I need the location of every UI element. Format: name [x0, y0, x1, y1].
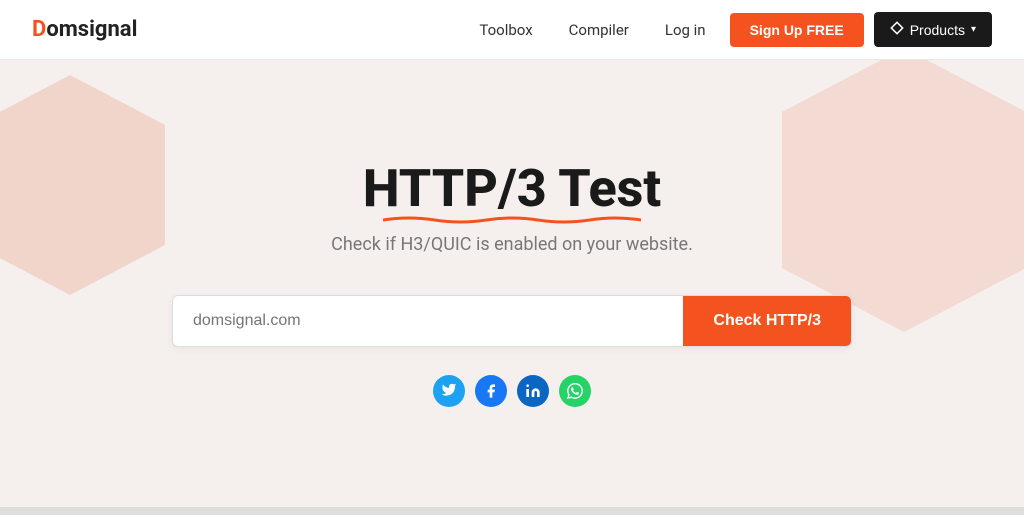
nav-link-toolbox[interactable]: Toolbox	[479, 21, 532, 39]
url-input[interactable]	[173, 296, 683, 346]
chevron-down-icon: ▾	[971, 24, 976, 35]
logo-d: D	[32, 17, 46, 42]
page-title: HTTP/3 Test	[363, 160, 661, 217]
whatsapp-icon[interactable]	[559, 375, 591, 407]
hero-content: HTTP/3 Test Check if H3/QUIC is enabled …	[331, 160, 693, 254]
facebook-icon[interactable]	[475, 375, 507, 407]
hero-subtitle: Check if H3/QUIC is enabled on your webs…	[331, 234, 693, 255]
navbar: Domsignal Toolbox Compiler Log in Sign U…	[0, 0, 1024, 60]
logo[interactable]: Domsignal	[32, 17, 137, 42]
social-icons	[433, 375, 591, 407]
hero-section: HTTP/3 Test Check if H3/QUIC is enabled …	[0, 60, 1024, 507]
products-button[interactable]: Products ▾	[874, 12, 992, 47]
logo-text: omsignal	[46, 17, 137, 42]
nav-link-compiler[interactable]: Compiler	[569, 21, 629, 39]
bottom-bar	[0, 507, 1024, 515]
twitter-icon[interactable]	[433, 375, 465, 407]
signup-button[interactable]: Sign Up FREE	[730, 13, 864, 47]
products-diamond-icon	[890, 21, 904, 38]
title-underline	[383, 216, 641, 224]
products-label: Products	[910, 22, 965, 38]
linkedin-icon[interactable]	[517, 375, 549, 407]
check-button[interactable]: Check HTTP/3	[683, 296, 851, 346]
hex-left-decoration	[0, 70, 170, 300]
nav-link-login[interactable]: Log in	[665, 21, 706, 39]
search-bar: Check HTTP/3	[172, 295, 852, 347]
nav-links: Toolbox Compiler Log in	[479, 21, 705, 39]
nav-actions: Sign Up FREE Products ▾	[730, 12, 992, 47]
